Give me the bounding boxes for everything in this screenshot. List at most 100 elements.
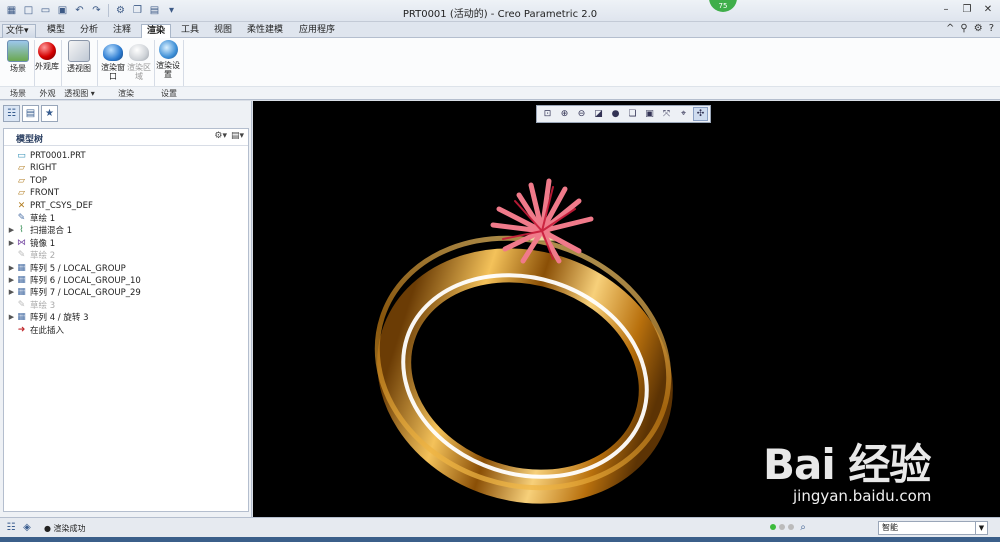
tree-node-label: 阵列 5 / LOCAL_GROUP	[30, 263, 126, 274]
tree-node-label: 镜像 1	[30, 238, 56, 249]
ribbon-tabs: 文件▾ 模型 分析 注释 渲染 工具 视图 柔性建模 应用程序 ^ ⚲ ⚙ ?	[0, 22, 1000, 39]
model-tree-tools: ⚙▾ ▤▾	[214, 131, 244, 141]
tree-node-label: 扫描混合 1	[30, 226, 73, 237]
navigator-panel: ☷ ▤ ★ 模型树 ⚙▾ ▤▾ ▭ PRT0001.PRT ▱ RIGHT ▱ TOP ▱ F…	[0, 101, 252, 517]
search-icon[interactable]: ⚲	[960, 23, 967, 34]
expand-arrow-icon[interactable]: ▶	[7, 264, 16, 272]
tree-node-label: 阵列 7 / LOCAL_GROUP_29	[30, 288, 141, 299]
tree-node[interactable]: ▱ FRONT	[7, 187, 59, 199]
expand-arrow-icon[interactable]: ▶	[7, 288, 16, 296]
red-sphere-icon	[38, 42, 56, 60]
render-settings-icon	[158, 40, 178, 59]
tree-node[interactable]: ▶ ⋈ 镜像 1	[7, 237, 55, 249]
tree-node-label: PRT0001.PRT	[30, 151, 86, 161]
render-settings-button[interactable]: 渲染设置	[153, 40, 183, 79]
tree-settings-icon[interactable]: ⚙▾	[214, 131, 227, 141]
expand-arrow-icon[interactable]: ▶	[7, 239, 16, 247]
status-message: ● 渲染成功	[44, 524, 86, 533]
watermark-brand: Bai 经验	[763, 440, 931, 489]
render-region-button[interactable]: 渲染区域	[124, 40, 154, 81]
favorites-tab-icon[interactable]: ★	[41, 105, 58, 122]
group-render: 渲染	[118, 89, 134, 98]
tree-node-label: FRONT	[30, 188, 60, 199]
tree-node[interactable]: ✎ 草绘 3	[7, 299, 55, 311]
tab-annotate[interactable]: 注释	[108, 24, 136, 38]
minimize-ribbon-icon[interactable]: ^	[946, 23, 954, 34]
expand-arrow-icon[interactable]: ▶	[7, 226, 16, 234]
expand-arrow-icon[interactable]: ▶	[7, 313, 16, 321]
perspective-view-button[interactable]: 透视图	[64, 40, 94, 73]
appearance-gallery-button[interactable]: 外观库	[32, 40, 62, 71]
find-icon[interactable]: ⌕	[796, 521, 810, 535]
restore-icon[interactable]: ❐	[961, 4, 973, 15]
tree-node[interactable]: ▶ ⌇ 扫描混合 1	[7, 224, 72, 236]
pattern-icon: ▦	[17, 312, 26, 323]
tree-node[interactable]: ▶ ▦ 阵列 5 / LOCAL_GROUP	[7, 262, 126, 274]
tree-node-label: 阵列 4 / 旋转 3	[30, 313, 89, 324]
selection-filter-select[interactable]: 智能 ▼	[878, 521, 988, 535]
tab-view[interactable]: 视图	[209, 24, 237, 38]
close-icon[interactable]: ✕	[982, 4, 994, 15]
teapot-icon	[103, 44, 123, 61]
tree-node-label: 阵列 6 / LOCAL_GROUP_10	[30, 276, 141, 286]
datum-plane-icon: ▱	[18, 163, 25, 174]
graphics-window[interactable]: ⊡ ⊕ ⊖ ◪ ● ❏ ▣ ⤧ ⌖ ✣ Bai 经验 jingyan.baidu…	[253, 101, 1000, 517]
status-bar: ☷ ◈ ● 渲染成功 ⌕ 智能 ▼	[0, 517, 1000, 537]
tree-node[interactable]: ▱ TOP	[7, 175, 47, 187]
tab-tools[interactable]: 工具	[176, 24, 204, 38]
sweep-blend-icon: ⌇	[19, 225, 24, 236]
navigator-tabs: ☷ ▤ ★	[3, 105, 58, 122]
tree-node[interactable]: ▱ RIGHT	[7, 162, 57, 174]
sketch-icon: ✎	[17, 250, 26, 261]
minimize-icon[interactable]: –	[940, 4, 952, 15]
folder-browser-tab-icon[interactable]: ▤	[22, 105, 39, 122]
chevron-down-icon: ▼	[975, 522, 987, 534]
tree-node[interactable]: ✎ 草绘 2	[7, 249, 55, 261]
browser-toggle-icon[interactable]: ◈	[20, 521, 34, 535]
group-scene: 场景	[10, 89, 26, 98]
pattern-icon: ▦	[17, 275, 26, 285]
window-controls: – ❐ ✕	[940, 4, 994, 15]
mirror-icon: ⋈	[17, 237, 26, 248]
model-tree-header: 模型树 ⚙▾ ▤▾	[4, 129, 248, 146]
insert-here-icon: ➜	[17, 324, 26, 335]
ribbon-right-controls: ^ ⚲ ⚙ ?	[946, 23, 994, 34]
tree-node[interactable]: ✎ 草绘 1	[7, 212, 55, 224]
tree-node[interactable]: ▶ ▦ 阵列 7 / LOCAL_GROUP_29	[7, 286, 141, 298]
tree-node[interactable]: ▶ ▦ 阵列 4 / 旋转 3	[7, 311, 89, 323]
datum-plane-icon: ▱	[18, 188, 25, 199]
expand-arrow-icon[interactable]: ▶	[7, 276, 16, 284]
baidu-watermark: Bai 经验 jingyan.baidu.com	[753, 431, 998, 515]
tree-node[interactable]: ▭ PRT0001.PRT	[7, 150, 86, 162]
tree-columns-icon[interactable]: ▤▾	[231, 131, 244, 141]
model-tree: 模型树 ⚙▾ ▤▾ ▭ PRT0001.PRT ▱ RIGHT ▱ TOP ▱ FRONT ✕ P…	[3, 128, 249, 512]
model-tree-tab-icon[interactable]: ☷	[3, 105, 20, 122]
datum-plane-icon: ▱	[18, 175, 25, 186]
tree-node-label: TOP	[30, 175, 48, 186]
tab-applications[interactable]: 应用程序	[294, 24, 340, 38]
tab-model[interactable]: 模型	[42, 24, 70, 38]
help-icon[interactable]: ?	[989, 23, 994, 34]
scene-button[interactable]: 场景	[3, 40, 33, 73]
scene-icon	[7, 40, 29, 62]
group-settings: 设置	[161, 89, 177, 98]
tree-node[interactable]: ▶ ▦ 阵列 6 / LOCAL_GROUP_10	[7, 274, 141, 286]
tab-render[interactable]: 渲染	[141, 24, 172, 39]
regen-status-icon	[770, 524, 794, 530]
tree-node[interactable]: ➜ 在此插入	[7, 324, 64, 336]
settings-icon[interactable]: ⚙	[974, 23, 983, 34]
tab-flexible-modeling[interactable]: 柔性建模	[242, 24, 288, 38]
prong-petals-shape	[490, 178, 594, 264]
sketch-icon: ✎	[17, 213, 26, 223]
model-tree-title: 模型树	[16, 135, 44, 145]
tab-analysis[interactable]: 分析	[75, 24, 103, 38]
sketch-icon: ✎	[17, 299, 26, 310]
os-taskbar	[0, 537, 1000, 542]
show-navigator-icon[interactable]: ☷	[4, 521, 18, 535]
tree-node[interactable]: ✕ PRT_CSYS_DEF	[7, 200, 93, 212]
group-perspective[interactable]: 透视图 ▾	[62, 88, 97, 99]
tree-node-label: 草绘 2	[30, 251, 56, 262]
perspective-cube-icon	[68, 40, 90, 62]
tab-file[interactable]: 文件▾	[2, 24, 36, 38]
ribbon-group-labels: 场景 外观 透视图 ▾ 渲染 设置	[0, 86, 1000, 99]
